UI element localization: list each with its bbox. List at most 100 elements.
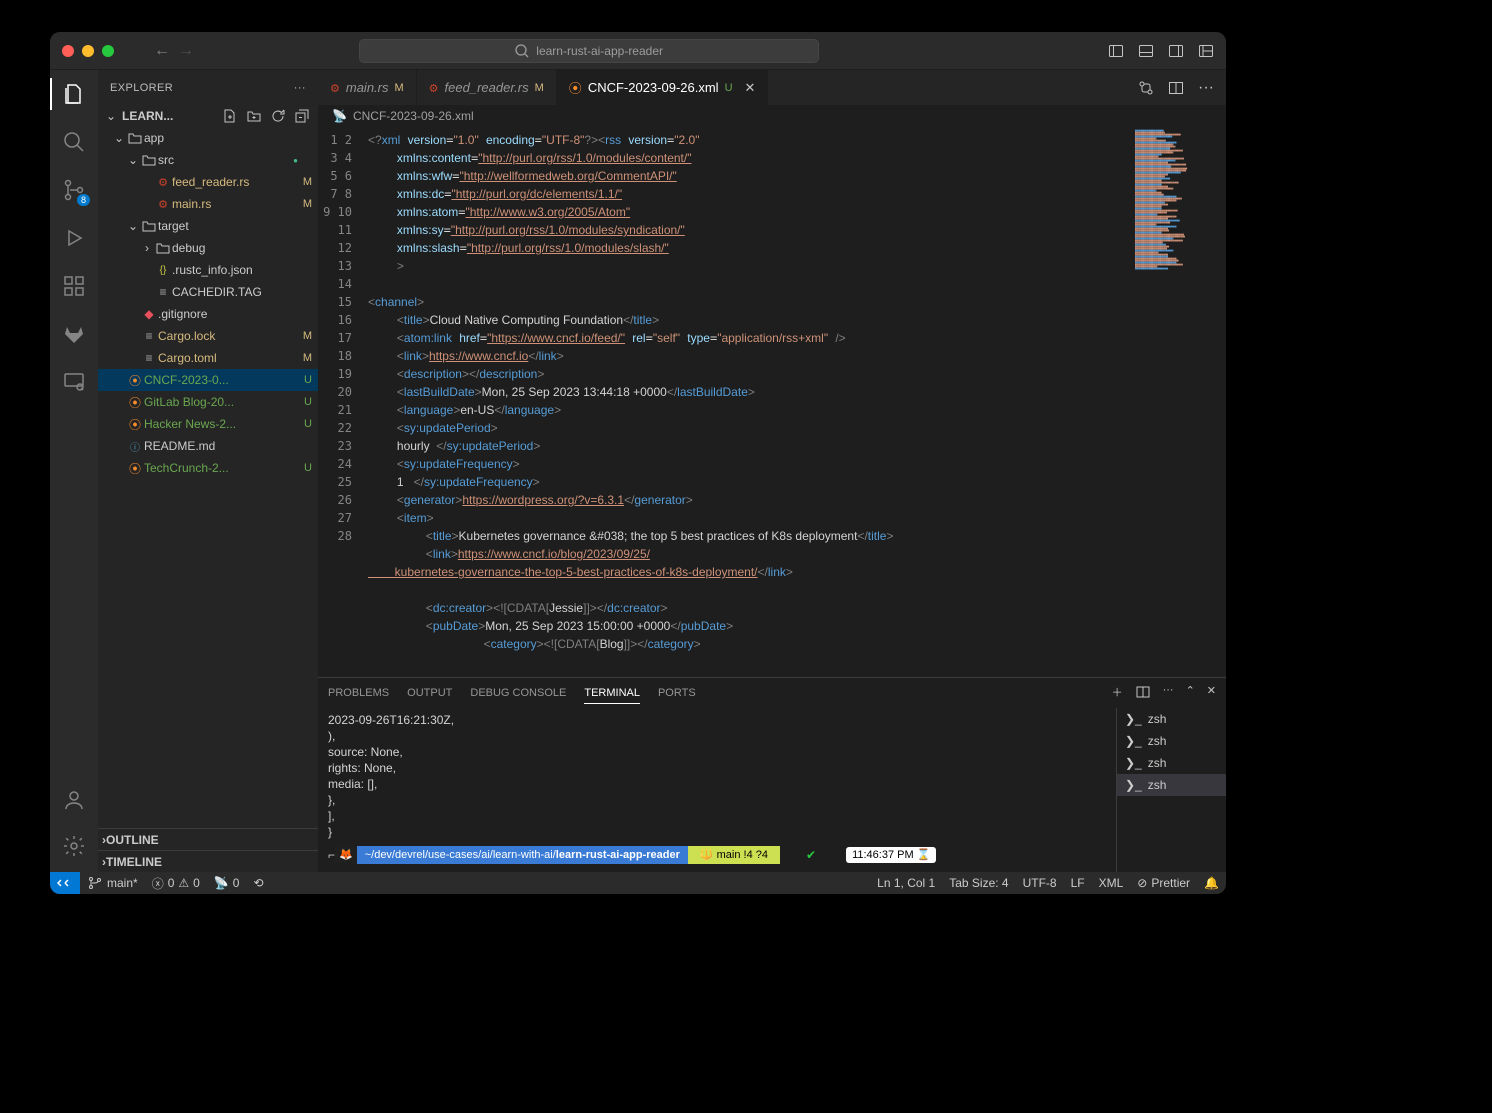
prompt-branch: 🔱 main !4 ?4 [688,846,780,864]
git-status: M [298,176,312,188]
more-actions-icon[interactable]: ··· [1163,684,1174,703]
terminal-output: 2023-09-26T16:21:30Z, ), source: None, r… [328,712,1106,840]
file-item[interactable]: ≡CACHEDIR.TAG [98,281,318,303]
prompt-time: 11:46:37 PM ⌛ [846,847,936,863]
layout-panel-icon[interactable] [1138,43,1154,59]
close-tab-icon[interactable]: ✕ [745,80,756,96]
collapse-all-icon[interactable] [294,108,310,124]
refresh-icon[interactable] [270,108,286,124]
gitlab-icon: 🦊 [335,847,357,863]
more-actions-icon[interactable]: ··· [294,82,306,94]
folder-item[interactable]: ›debug [98,237,318,259]
compare-changes-icon[interactable] [1138,80,1154,96]
panel-tab-debug-console[interactable]: DEBUG CONSOLE [470,683,566,703]
activity-accounts[interactable] [60,786,88,814]
terminal-list-item[interactable]: ❯_zsh [1117,774,1226,796]
file-item[interactable]: ≡Cargo.lockM [98,325,318,347]
timeline-section[interactable]: › TIMELINE [98,850,318,872]
terminal-list-item[interactable]: ❯_zsh [1117,752,1226,774]
explorer-sidebar: EXPLORER ··· ⌄ LEARN... ⌄app⌄src●⚙feed_r… [98,70,318,872]
status-prettier[interactable]: ⊘ Prettier [1130,876,1197,890]
more-actions-icon[interactable]: ··· [1198,79,1214,97]
outline-section[interactable]: › OUTLINE [98,828,318,850]
new-folder-icon[interactable] [246,108,262,124]
status-notifications[interactable]: 🔔 [1197,876,1226,890]
split-editor-icon[interactable] [1168,80,1184,96]
vscode-window: ← → learn-rust-ai-app-reader [50,32,1226,894]
nav-forward-button[interactable]: → [178,42,194,60]
terminal-content[interactable]: 2023-09-26T16:21:30Z, ), source: None, r… [318,708,1116,872]
folder-item[interactable]: ⌄target [98,215,318,237]
file-item[interactable]: ⓘREADME.md [98,435,318,457]
warning-icon: ⚠ [178,876,189,890]
git-status: M [535,82,544,94]
git-status: M [395,82,404,94]
activity-extensions[interactable] [60,272,88,300]
file-item[interactable]: ⦿Hacker News-2...U [98,413,318,435]
activity-gitlab[interactable] [60,320,88,348]
editor-tab[interactable]: ⚙feed_reader.rsM [417,70,557,105]
terminal-list-item[interactable]: ❯_zsh [1117,730,1226,752]
file-item[interactable]: ≡Cargo.tomlM [98,347,318,369]
code-content[interactable]: <?xml version="1.0" encoding="UTF-8"?><r… [368,127,1131,677]
close-window-button[interactable] [62,45,74,57]
activity-search[interactable] [60,128,88,156]
layout-sidebar-right-icon[interactable] [1168,43,1184,59]
file-item[interactable]: ⦿GitLab Blog-20...U [98,391,318,413]
activity-settings[interactable] [60,832,88,860]
sidebar-header: EXPLORER ··· [98,70,318,105]
activity-remote-explorer[interactable] [60,368,88,396]
file-item[interactable]: ⦿CNCF-2023-0...U [98,369,318,391]
status-ports[interactable]: 📡0 [207,876,247,890]
status-language[interactable]: XML [1092,876,1131,890]
file-item[interactable]: {}.rustc_info.json [98,259,318,281]
activity-source-control[interactable]: 8 [60,176,88,204]
file-item[interactable]: ⚙feed_reader.rsM [98,171,318,193]
terminal-split-icon[interactable] [1135,684,1151,703]
file-name: app [144,131,298,145]
panel-tab-output[interactable]: OUTPUT [407,683,452,703]
close-panel-icon[interactable]: ✕ [1207,684,1216,703]
layout-sidebar-left-icon[interactable] [1108,43,1124,59]
status-problems[interactable]: ⓧ0 ⚠0 [145,875,207,892]
folder-icon [154,240,172,256]
maximize-window-button[interactable] [102,45,114,57]
command-center-search[interactable]: learn-rust-ai-app-reader [359,39,819,63]
status-tab-size[interactable]: Tab Size: 4 [942,876,1015,890]
activity-run-debug[interactable] [60,224,88,252]
breadcrumb[interactable]: 📡 CNCF-2023-09-26.xml [318,105,1226,127]
workspace-header[interactable]: ⌄ LEARN... [98,105,318,127]
folder-item[interactable]: ⌄src● [98,149,318,171]
search-icon [514,43,530,59]
status-encoding[interactable]: UTF-8 [1016,876,1064,890]
minimize-window-button[interactable] [82,45,94,57]
editor-tab[interactable]: ⚙main.rsM [318,70,417,105]
panel-tab-terminal[interactable]: TERMINAL [584,683,640,704]
customize-layout-icon[interactable] [1198,43,1214,59]
panel-tab-problems[interactable]: PROBLEMS [328,683,389,703]
editor-tab[interactable]: ⦿CNCF-2023-09-26.xmlU✕ [557,70,769,105]
panel-tab-ports[interactable]: PORTS [658,683,696,703]
status-branch[interactable]: main* [80,875,145,891]
file-item[interactable]: ◆.gitignore [98,303,318,325]
remote-indicator[interactable] [50,872,80,894]
maximize-panel-icon[interactable]: ⌃ [1186,684,1195,703]
minimap[interactable]: ████████████████████████████████████████… [1131,127,1226,677]
status-live-share[interactable]: ⟲ [246,876,270,890]
status-cursor[interactable]: Ln 1, Col 1 [870,876,942,890]
file-item[interactable]: ⦿TechCrunch-2...U [98,457,318,479]
code-editor[interactable]: 1 2 3 4 5 6 7 8 9 10 11 12 13 14 15 16 1… [318,127,1226,677]
rss-icon: ⦿ [126,416,144,433]
status-eol[interactable]: LF [1064,876,1092,890]
json-icon: {} [154,265,172,276]
title-bar: ← → learn-rust-ai-app-reader [50,32,1226,70]
no-format-icon: ⊘ [1137,876,1147,890]
new-terminal-icon[interactable]: ＋ [1112,684,1123,703]
window-body: 8 [50,70,1226,872]
folder-item[interactable]: ⌄app [98,127,318,149]
new-file-icon[interactable] [222,108,238,124]
file-item[interactable]: ⚙main.rsM [98,193,318,215]
nav-back-button[interactable]: ← [154,42,170,60]
terminal-list-item[interactable]: ❯_zsh [1117,708,1226,730]
activity-explorer[interactable] [60,80,88,108]
